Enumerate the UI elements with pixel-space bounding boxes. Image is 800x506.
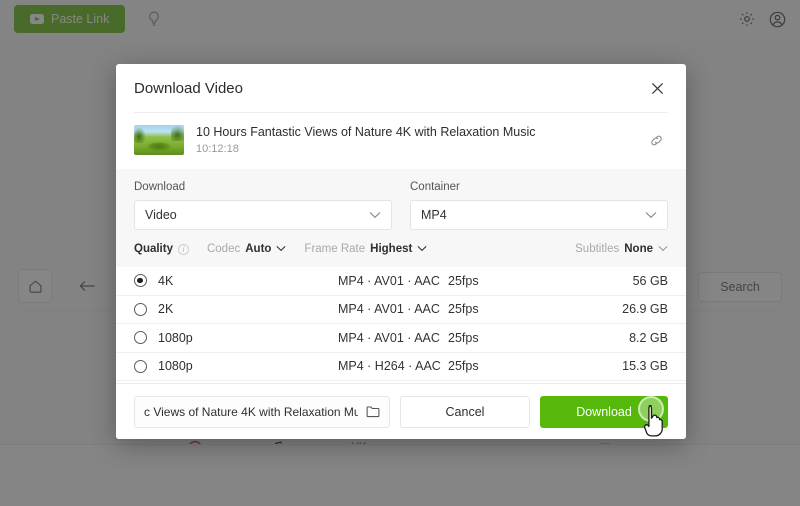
quality-fps: 25fps xyxy=(448,302,479,317)
video-thumbnail xyxy=(134,125,184,155)
container-label: Container xyxy=(410,181,460,193)
info-icon[interactable]: i xyxy=(177,243,189,255)
quality-radio[interactable] xyxy=(134,359,147,373)
dialog-footer: c Views of Nature 4K with Relaxation Mus… xyxy=(116,383,686,439)
quality-radio[interactable] xyxy=(134,331,147,345)
container-value: MP4 xyxy=(421,208,447,222)
quality-name: 2K xyxy=(158,302,174,317)
quality-name: 4K xyxy=(158,273,174,288)
filename-input[interactable]: c Views of Nature 4K with Relaxation Mus… xyxy=(134,395,390,428)
quality-fps: 25fps xyxy=(448,330,479,345)
quality-label: Quality xyxy=(134,243,173,255)
dialog-header: Download Video xyxy=(116,64,686,112)
selector-grid: Download Video Container MP4 xyxy=(134,181,668,230)
dialog-title: Download Video xyxy=(134,79,243,97)
cancel-button[interactable]: Cancel xyxy=(400,395,530,428)
quality-name: 1080p xyxy=(158,359,193,374)
subtitles-filter[interactable]: Subtitles None xyxy=(575,243,668,255)
folder-icon[interactable] xyxy=(358,405,380,418)
download-button[interactable]: Download xyxy=(540,395,668,428)
quality-list: 4K MP4 · AV01 · AAC 25fps 56 GB 2K MP4 · AV01… xyxy=(116,267,686,383)
video-info-row: 10 Hours Fantastic Views of Nature 4K wi… xyxy=(116,113,686,169)
video-meta: 10 Hours Fantastic Views of Nature 4K wi… xyxy=(196,125,632,155)
container-select[interactable]: MP4 xyxy=(410,200,668,230)
codec-filter[interactable]: Codec Auto xyxy=(207,243,286,255)
quality-filter: Quality i xyxy=(134,243,189,255)
quality-radio[interactable] xyxy=(134,302,147,316)
subtitles-label: Subtitles xyxy=(575,243,620,255)
cancel-button-label: Cancel xyxy=(445,404,485,419)
table-row[interactable]: 1080p MP4 · H264 · AAC 25fps 15.3 GB xyxy=(116,353,686,381)
chevron-down-icon xyxy=(645,208,657,222)
quality-fps: 25fps xyxy=(448,359,479,374)
quality-size: 56 GB xyxy=(632,273,668,288)
close-icon[interactable] xyxy=(646,77,668,99)
subtitles-value: None xyxy=(624,243,653,255)
download-type-label: Download xyxy=(134,181,186,193)
download-type-value: Video xyxy=(145,208,177,222)
frame-rate-value: Highest xyxy=(370,243,413,255)
download-type-group: Download Video xyxy=(134,181,392,230)
video-duration: 10:12:18 xyxy=(196,143,239,155)
quality-size: 15.3 GB xyxy=(622,359,668,374)
frame-rate-label: Frame Rate xyxy=(304,243,366,255)
link-chain-icon[interactable] xyxy=(644,128,668,152)
chevron-down-icon xyxy=(658,243,668,255)
filter-row: Quality i Codec Auto Frame Rate Highest xyxy=(134,230,668,267)
container-group: Container MP4 xyxy=(410,181,668,230)
chevron-down-icon xyxy=(276,243,286,255)
quality-codec: MP4 · H264 · AAC xyxy=(338,359,441,374)
chevron-down-icon xyxy=(369,208,381,222)
table-row[interactable]: 4K MP4 · AV01 · AAC 25fps 56 GB xyxy=(116,267,686,296)
quality-size: 26.9 GB xyxy=(622,302,668,317)
table-row[interactable]: 1080p MP4 · AV01 · AAC 25fps 8.2 GB xyxy=(116,324,686,353)
download-button-label: Download xyxy=(576,404,632,419)
chevron-down-icon xyxy=(417,243,427,255)
table-row[interactable]: 2K MP4 · AV01 · AAC 25fps 26.9 GB xyxy=(116,296,686,324)
screen: Paste Link xyxy=(0,0,800,506)
quality-codec: MP4 · AV01 · AAC xyxy=(338,273,440,288)
download-video-dialog: Download Video 10 Hours Fantastic Views … xyxy=(116,64,686,439)
codec-label: Codec xyxy=(206,243,241,255)
quality-size: 8.2 GB xyxy=(629,330,668,345)
quality-codec: MP4 · AV01 · AAC xyxy=(338,302,440,317)
codec-value: Auto xyxy=(245,243,272,255)
frame-rate-filter[interactable]: Frame Rate Highest xyxy=(304,243,427,255)
quality-fps: 25fps xyxy=(448,273,479,288)
video-title: 10 Hours Fantastic Views of Nature 4K wi… xyxy=(196,125,536,139)
filename-value: c Views of Nature 4K with Relaxation Mus… xyxy=(144,404,358,419)
quality-name: 1080p xyxy=(158,330,193,345)
quality-codec: MP4 · AV01 · AAC xyxy=(338,330,440,345)
download-type-select[interactable]: Video xyxy=(134,200,392,230)
quality-radio[interactable] xyxy=(134,274,147,288)
download-options: Download Video Container MP4 Quality i C… xyxy=(116,169,686,267)
